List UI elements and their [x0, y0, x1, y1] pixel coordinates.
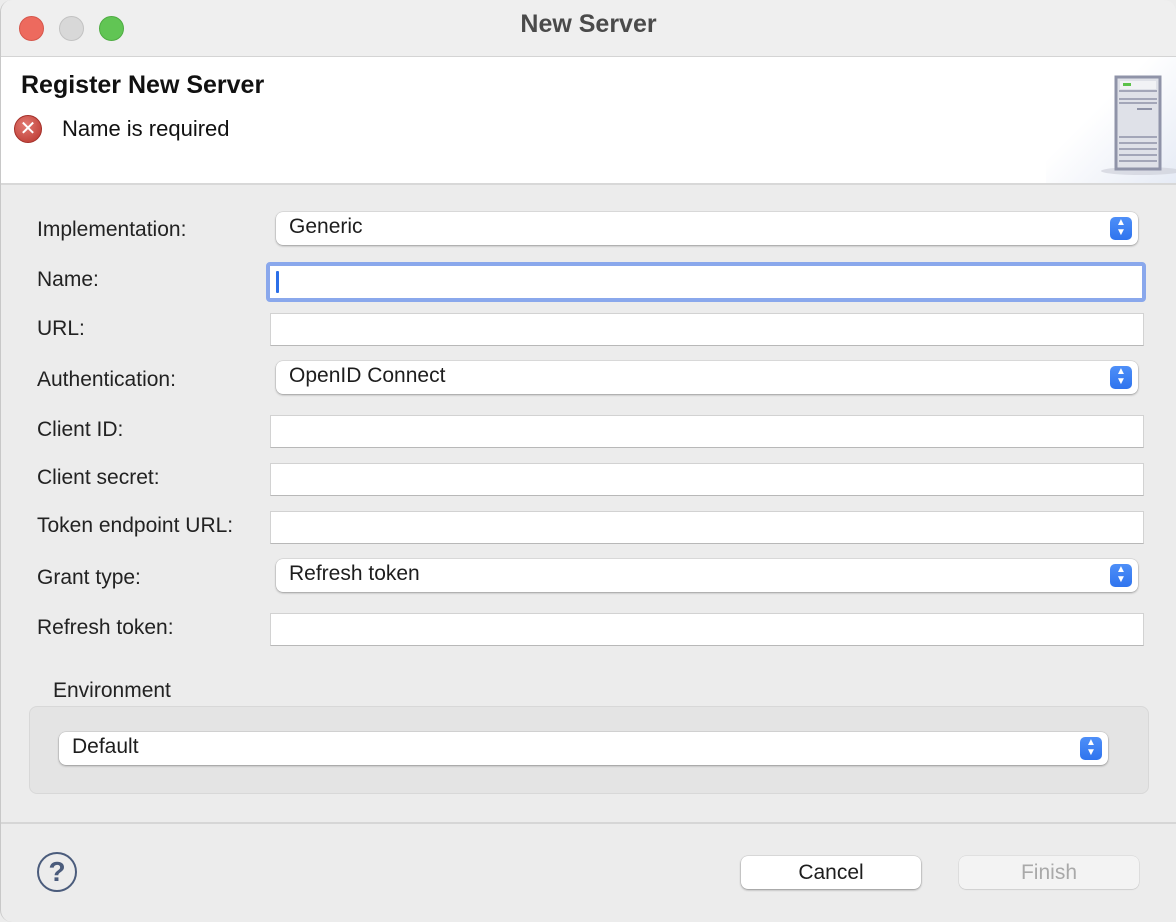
authentication-label: Authentication:: [37, 368, 176, 391]
client-id-input[interactable]: [270, 415, 1144, 448]
authentication-select[interactable]: OpenID Connect ▲ ▼: [276, 361, 1138, 394]
error-icon: ✕: [14, 115, 42, 143]
implementation-select[interactable]: Generic ▲ ▼: [276, 212, 1138, 245]
wizard-banner: Register New Server ✕ Name is required: [1, 57, 1176, 185]
authentication-value: OpenID Connect: [289, 364, 446, 387]
window-title: New Server: [520, 10, 657, 38]
name-label: Name:: [37, 268, 99, 291]
environment-group: Default ▲ ▼: [29, 706, 1149, 794]
chevron-up-down-icon: ▲ ▼: [1110, 564, 1132, 587]
finish-button[interactable]: Finish: [959, 856, 1139, 889]
implementation-label: Implementation:: [37, 218, 187, 241]
validation-message: ✕ Name is required: [14, 115, 230, 143]
footer-divider: [1, 822, 1176, 824]
client-id-label: Client ID:: [37, 418, 124, 441]
token-endpoint-url-input[interactable]: [270, 511, 1144, 544]
refresh-token-input[interactable]: [270, 613, 1144, 646]
help-button[interactable]: ?: [37, 852, 77, 892]
chevron-up-down-icon: ▲ ▼: [1080, 737, 1102, 760]
chevron-up-down-icon: ▲ ▼: [1110, 366, 1132, 389]
banner-graphic: [1046, 57, 1176, 183]
url-input[interactable]: [270, 313, 1144, 346]
help-icon: ?: [48, 856, 66, 887]
validation-message-text: Name is required: [62, 116, 230, 141]
grant-type-label: Grant type:: [37, 566, 141, 589]
url-label: URL:: [37, 317, 85, 340]
cancel-button[interactable]: Cancel: [741, 856, 921, 889]
server-icon: [1101, 75, 1176, 175]
name-input[interactable]: [266, 262, 1146, 302]
client-secret-label: Client secret:: [37, 466, 160, 489]
title-bar: New Server: [1, 0, 1176, 57]
new-server-dialog: New Server Register New Server ✕ Name is…: [0, 0, 1176, 922]
environment-value: Default: [72, 735, 139, 758]
environment-group-label: Environment: [53, 679, 171, 702]
implementation-value: Generic: [289, 215, 363, 238]
banner-title: Register New Server: [21, 71, 265, 99]
refresh-token-label: Refresh token:: [37, 616, 174, 639]
client-secret-input[interactable]: [270, 463, 1144, 496]
grant-type-value: Refresh token: [289, 562, 420, 585]
grant-type-select[interactable]: Refresh token ▲ ▼: [276, 559, 1138, 592]
chevron-up-down-icon: ▲ ▼: [1110, 217, 1132, 240]
token-endpoint-url-label: Token endpoint URL:: [37, 514, 234, 537]
environment-select[interactable]: Default ▲ ▼: [59, 732, 1108, 765]
